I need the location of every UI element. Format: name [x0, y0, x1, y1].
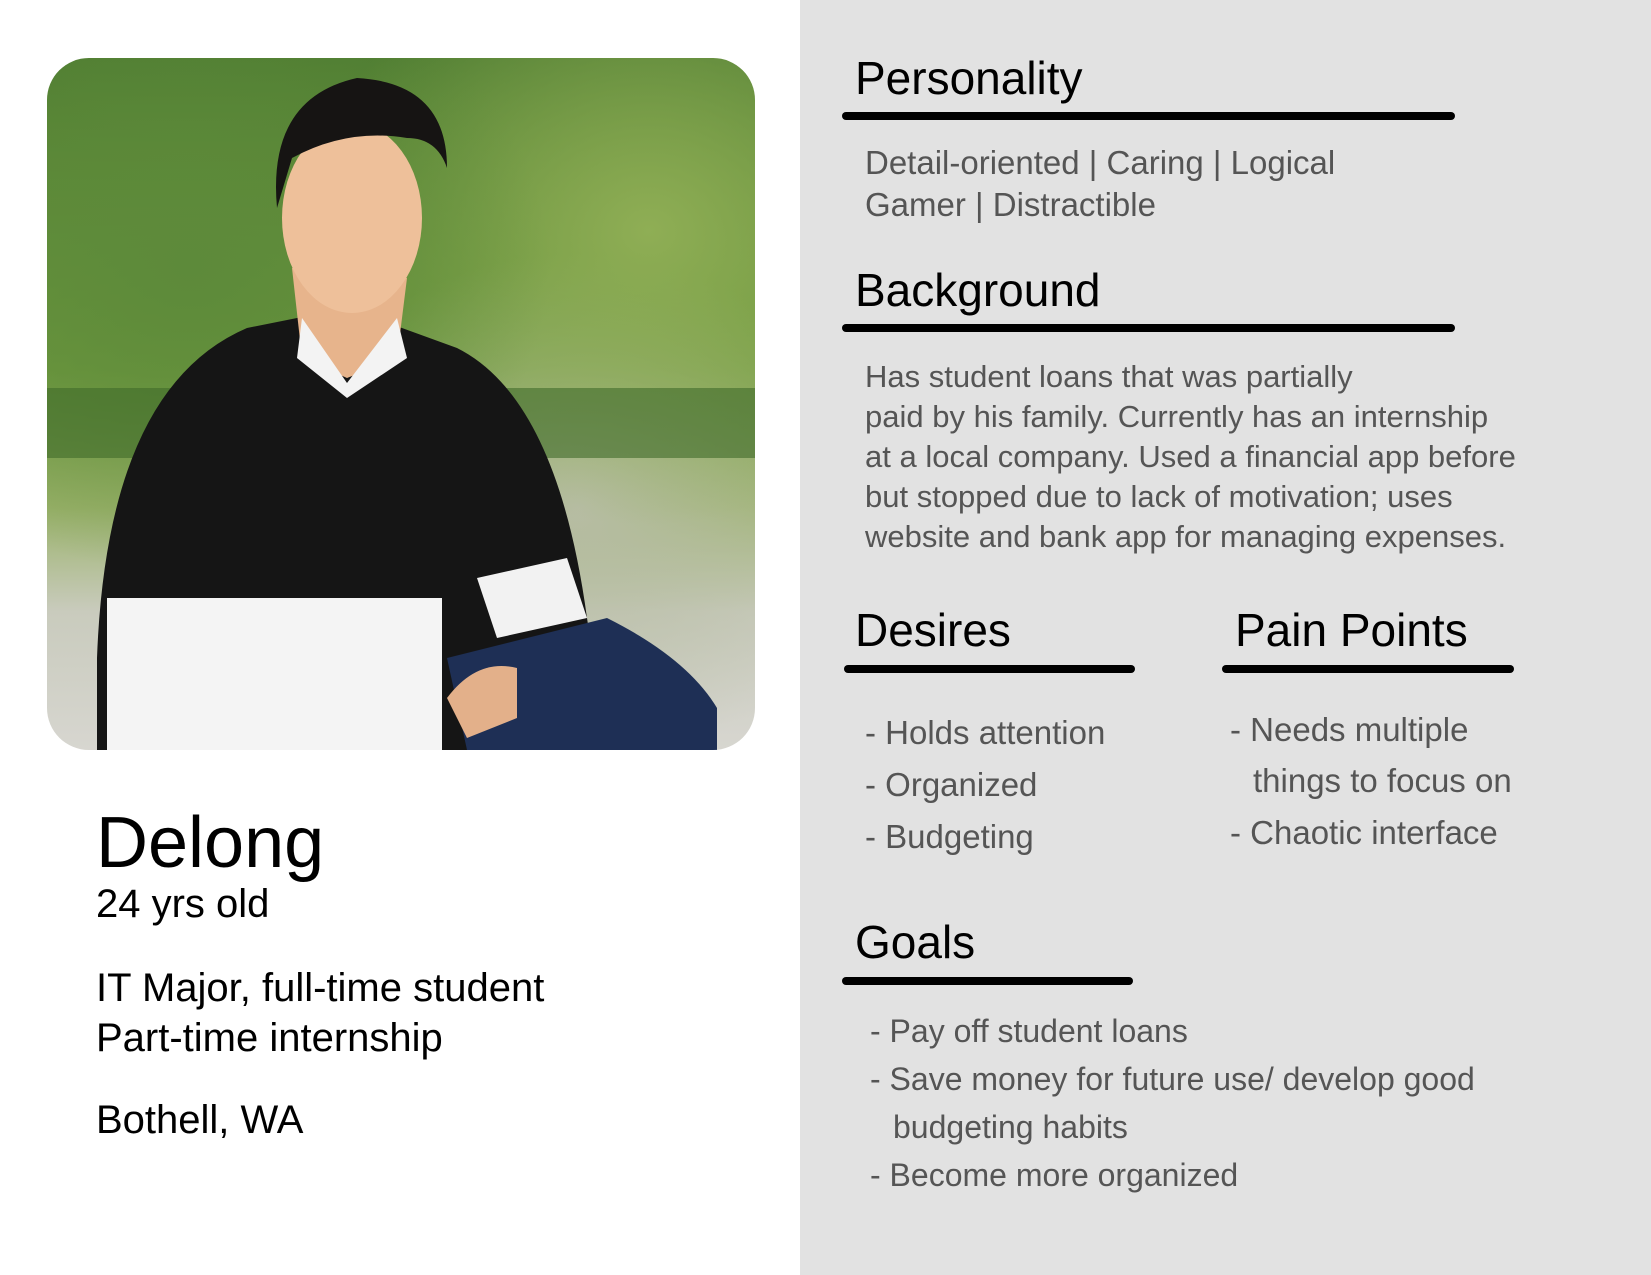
- desires-item: - Budgeting: [865, 818, 1034, 855]
- pain-point-item: - Chaotic interface: [1230, 814, 1498, 851]
- persona-location: Bothell, WA: [96, 1098, 304, 1142]
- background-line-4: but stopped due to lack of motivation; u…: [865, 479, 1453, 514]
- background-line-3: at a local company. Used a financial app…: [865, 439, 1516, 474]
- personality-heading: Personality: [855, 52, 1083, 104]
- desires-item: - Holds attention: [865, 714, 1106, 751]
- desires-item: - Organized: [865, 766, 1038, 803]
- pain-points-divider: [1222, 665, 1514, 673]
- persona-photo: [47, 58, 755, 750]
- pain-point-item: - Needs multiple: [1230, 711, 1469, 748]
- personality-line-2: Gamer | Distractible: [865, 186, 1156, 223]
- persona-name: Delong: [96, 803, 325, 883]
- persona-occupation-2: Part-time internship: [96, 1016, 443, 1060]
- person-illustration: [47, 78, 755, 750]
- persona-occupation: IT Major, full-time student: [96, 966, 545, 1010]
- goal-item: - Become more organized: [870, 1157, 1239, 1193]
- pain-points-heading: Pain Points: [1235, 604, 1468, 656]
- background-line-5: website and bank app for managing expens…: [865, 519, 1507, 554]
- background-line-1: Has student loans that was partially: [865, 359, 1353, 394]
- goals-divider: [842, 977, 1133, 985]
- goals-heading: Goals: [855, 916, 976, 968]
- background-heading: Background: [855, 264, 1101, 316]
- goal-item: - Save money for future use/ develop goo…: [870, 1061, 1475, 1097]
- background-divider: [842, 324, 1455, 332]
- personality-divider: [842, 112, 1455, 120]
- goal-item: - Pay off student loans: [870, 1013, 1188, 1049]
- pain-point-item: things to focus on: [1253, 762, 1512, 799]
- personality-line-1: Detail-oriented | Caring | Logical: [865, 144, 1336, 181]
- desires-divider: [844, 665, 1135, 673]
- background-line-2: paid by his family. Currently has an int…: [865, 399, 1489, 434]
- goal-item: budgeting habits: [893, 1109, 1128, 1145]
- persona-age: 24 yrs old: [96, 882, 270, 926]
- desires-heading: Desires: [855, 604, 1011, 656]
